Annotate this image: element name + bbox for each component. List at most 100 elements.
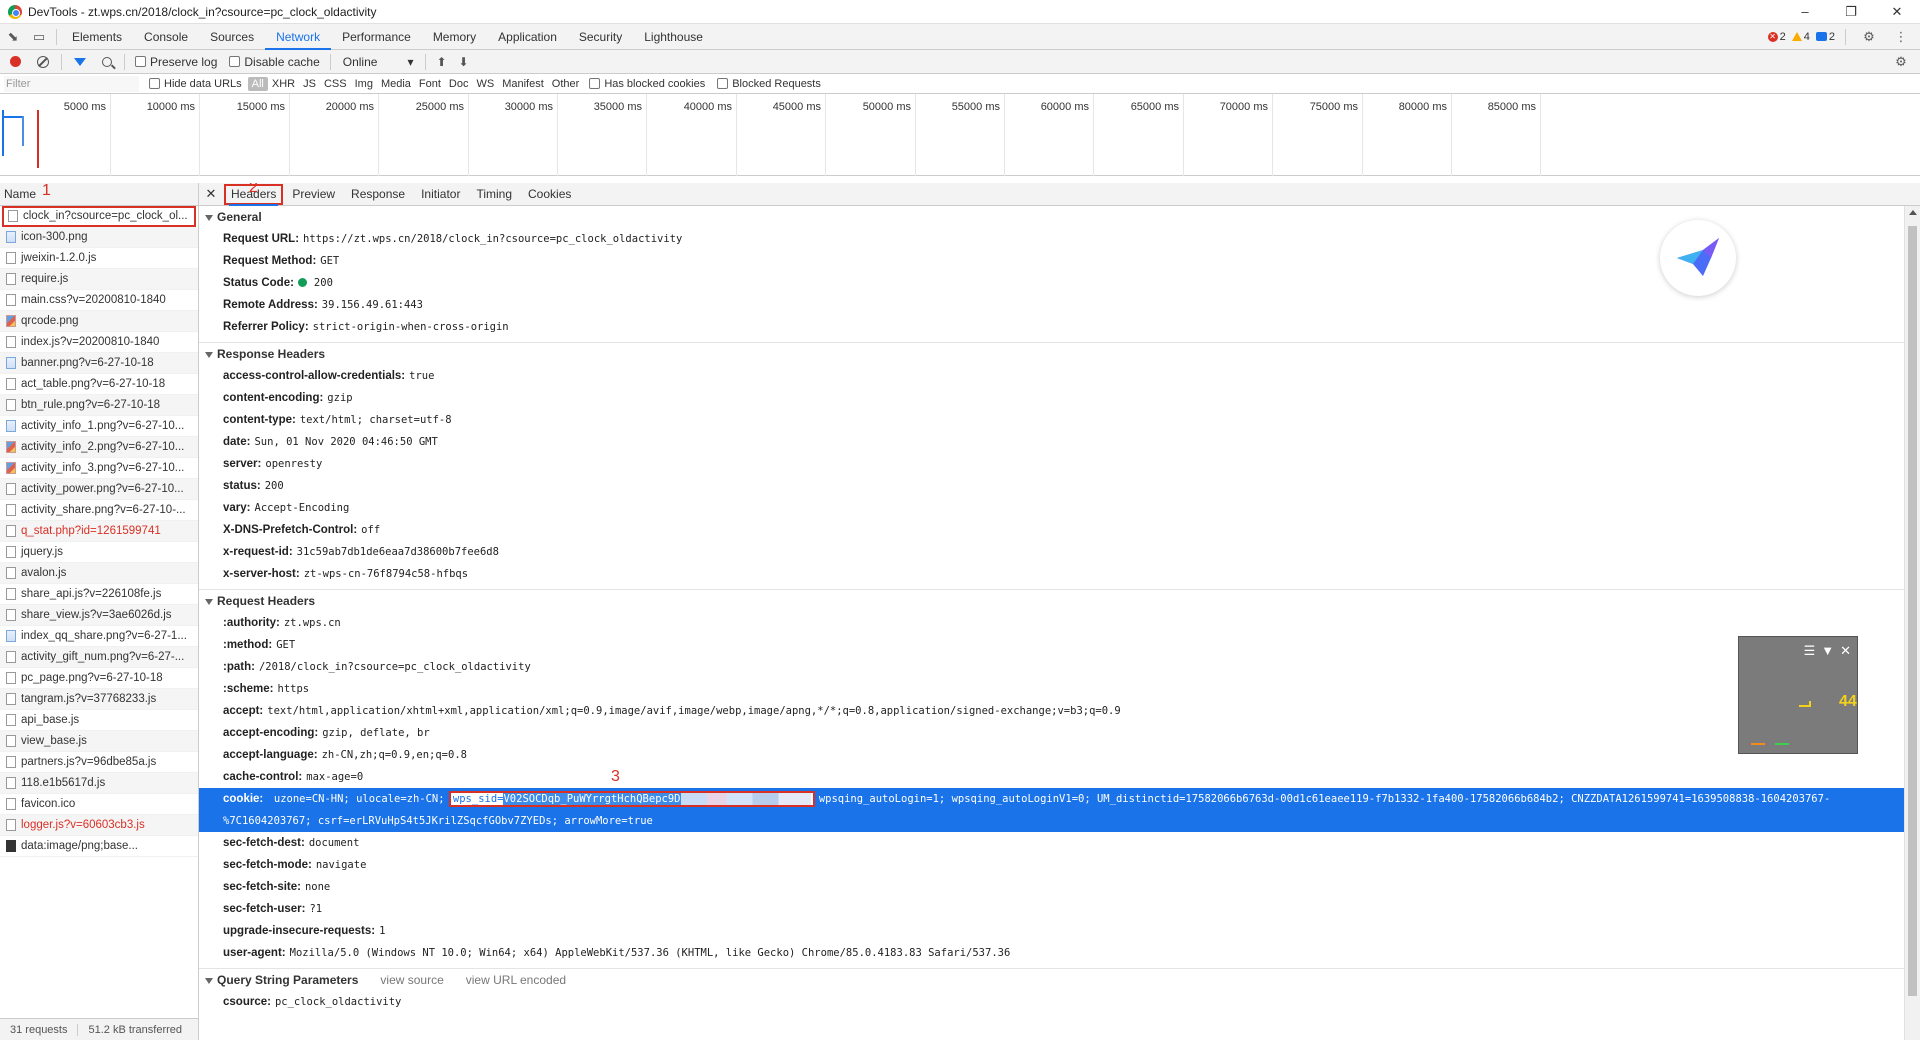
- request-row[interactable]: share_view.js?v=3ae6026d.js: [0, 605, 198, 626]
- request-row[interactable]: tangram.js?v=37768233.js: [0, 689, 198, 710]
- hide-data-urls-checkbox[interactable]: Hide data URLs: [149, 78, 242, 90]
- request-row[interactable]: partners.js?v=96dbe85a.js: [0, 752, 198, 773]
- has-blocked-cookies-checkbox[interactable]: Has blocked cookies: [589, 78, 705, 90]
- request-row[interactable]: favicon.ico: [0, 794, 198, 815]
- fps-meter-widget[interactable]: ☰ ▼ ✕ 44: [1738, 636, 1858, 754]
- name-column-header[interactable]: Name 1: [0, 182, 198, 206]
- query-params-header[interactable]: Query String Parameters view source view U…: [199, 969, 1920, 991]
- wps-sid-highlight[interactable]: wps_sid=V02SOCDqb_PuWYrrgtHchQBepc9D: [448, 791, 815, 807]
- header-row[interactable]: x-server-host: zt-wps-cn-76f8794c58-hfbqs: [199, 563, 1920, 585]
- timeline-overview[interactable]: 5000 ms 10000 ms 15000 ms 20000 ms 25000 ms 3…: [0, 94, 1920, 176]
- blocked-requests-checkbox[interactable]: Blocked Requests: [717, 78, 821, 90]
- detail-scrollbar[interactable]: [1904, 206, 1920, 1040]
- general-section-header[interactable]: General: [199, 206, 1920, 228]
- filter-type-font[interactable]: Font: [415, 77, 445, 91]
- cookie-header-row[interactable]: cookie: uzone=CN-HN; ulocale=zh-CN; wps_…: [199, 788, 1920, 832]
- view-url-encoded-link[interactable]: view URL encoded: [466, 973, 566, 987]
- filter-type-ws[interactable]: WS: [472, 77, 498, 91]
- header-row[interactable]: Remote Address: 39.156.49.61:443: [199, 294, 1920, 316]
- filter-type-doc[interactable]: Doc: [445, 77, 473, 91]
- disable-cache-checkbox[interactable]: Disable cache: [229, 55, 320, 69]
- warning-badge[interactable]: 4: [1791, 31, 1810, 43]
- tab-sources[interactable]: Sources: [199, 24, 265, 50]
- tab-security[interactable]: Security: [568, 24, 633, 50]
- tab-memory[interactable]: Memory: [422, 24, 487, 50]
- filter-type-css[interactable]: CSS: [320, 77, 351, 91]
- request-row[interactable]: index.js?v=20200810-1840: [0, 332, 198, 353]
- info-badge[interactable]: 2: [1815, 31, 1835, 43]
- header-row[interactable]: date: Sun, 01 Nov 2020 04:46:50 GMT: [199, 431, 1920, 453]
- device-toolbar-icon[interactable]: ▭: [26, 24, 52, 50]
- request-row[interactable]: main.css?v=20200810-1840: [0, 290, 198, 311]
- header-row[interactable]: upgrade-insecure-requests: 1: [199, 920, 1920, 942]
- request-row[interactable]: btn_rule.png?v=6-27-10-18: [0, 395, 198, 416]
- request-row[interactable]: act_table.png?v=6-27-10-18: [0, 374, 198, 395]
- header-row[interactable]: :scheme: https: [199, 678, 1920, 700]
- detail-tab-timing[interactable]: Timing: [468, 183, 520, 206]
- request-row[interactable]: api_base.js: [0, 710, 198, 731]
- request-row[interactable]: activity_share.png?v=6-27-10-...: [0, 500, 198, 521]
- request-row[interactable]: pc_page.png?v=6-27-10-18: [0, 668, 198, 689]
- filter-input[interactable]: Filter: [4, 75, 139, 92]
- request-row[interactable]: view_base.js: [0, 731, 198, 752]
- menu-icon[interactable]: ☰: [1804, 643, 1816, 659]
- scroll-up-icon[interactable]: [1909, 210, 1917, 215]
- request-row[interactable]: 118.e1b5617d.js: [0, 773, 198, 794]
- tab-console[interactable]: Console: [133, 24, 199, 50]
- request-row[interactable]: logger.js?v=60603cb3.js: [0, 815, 198, 836]
- tab-application[interactable]: Application: [487, 24, 568, 50]
- response-headers-header[interactable]: Response Headers: [199, 343, 1920, 365]
- request-row[interactable]: jquery.js: [0, 542, 198, 563]
- header-row[interactable]: status: 200: [199, 475, 1920, 497]
- filter-type-js[interactable]: JS: [299, 77, 320, 91]
- header-row[interactable]: :path:/2018/clock_in?csource=pc_clock_ol…: [199, 656, 1920, 678]
- request-row[interactable]: require.js: [0, 269, 198, 290]
- export-har-icon[interactable]: ⬇: [459, 55, 469, 69]
- request-row[interactable]: avalon.js: [0, 563, 198, 584]
- more-menu-icon[interactable]: ⋮: [1888, 24, 1914, 50]
- close-window-button[interactable]: ✕: [1874, 0, 1920, 24]
- request-row[interactable]: activity_power.png?v=6-27-10...: [0, 479, 198, 500]
- filter-type-media[interactable]: Media: [377, 77, 415, 91]
- inspect-element-icon[interactable]: ⬊: [0, 24, 26, 50]
- search-icon[interactable]: [102, 56, 112, 67]
- header-row[interactable]: :authority: zt.wps.cn: [199, 612, 1920, 634]
- tab-network[interactable]: Network: [265, 24, 332, 50]
- header-row[interactable]: x-request-id: 31c59ab7db1de6eaa7d38600b7f…: [199, 541, 1920, 563]
- detail-tab-initiator[interactable]: Initiator: [413, 183, 468, 206]
- header-row[interactable]: vary: Accept-Encoding: [199, 497, 1920, 519]
- network-settings-gear-icon[interactable]: ⚙: [1888, 49, 1914, 75]
- header-row[interactable]: access-control-allow-credentials: true: [199, 365, 1920, 387]
- header-row[interactable]: accept-encoding: gzip, deflate, br: [199, 722, 1920, 744]
- header-row[interactable]: Referrer Policy: strict-origin-when-cross…: [199, 316, 1920, 338]
- request-headers-header[interactable]: Request Headers: [199, 590, 1920, 612]
- minimize-button[interactable]: –: [1782, 0, 1828, 24]
- scrollbar-thumb[interactable]: [1908, 226, 1917, 996]
- filter-type-img[interactable]: Img: [351, 77, 377, 91]
- filter-type-manifest[interactable]: Manifest: [498, 77, 548, 91]
- request-row[interactable]: activity_info_1.png?v=6-27-10...: [0, 416, 198, 437]
- header-row[interactable]: cache-control: max-age=0: [199, 766, 1920, 788]
- header-row[interactable]: user-agent: Mozilla/5.0 (Windows NT 10.0;…: [199, 942, 1920, 964]
- detail-tab-preview[interactable]: Preview: [284, 183, 343, 206]
- request-row[interactable]: data:image/png;base...: [0, 836, 198, 857]
- request-row[interactable]: jweixin-1.2.0.js: [0, 248, 198, 269]
- request-row[interactable]: activity_info_2.png?v=6-27-10...: [0, 437, 198, 458]
- detail-tab-response[interactable]: Response: [343, 183, 413, 206]
- request-row[interactable]: qrcode.png: [0, 311, 198, 332]
- filter-type-all[interactable]: All: [247, 76, 268, 91]
- header-row[interactable]: sec-fetch-dest: document: [199, 832, 1920, 854]
- header-row[interactable]: accept: text/html,application/xhtml+xml,a…: [199, 700, 1920, 722]
- bird-logo-icon[interactable]: [1660, 220, 1736, 296]
- filter-icon[interactable]: [74, 57, 86, 66]
- close-detail-icon[interactable]: ✕: [199, 186, 223, 202]
- request-row[interactable]: activity_gift_num.png?v=6-27-...: [0, 647, 198, 668]
- header-row[interactable]: X-DNS-Prefetch-Control: off: [199, 519, 1920, 541]
- header-row[interactable]: content-encoding: gzip: [199, 387, 1920, 409]
- close-icon[interactable]: ✕: [1840, 643, 1851, 659]
- detail-tab-cookies[interactable]: Cookies: [520, 183, 579, 206]
- clear-icon[interactable]: [37, 55, 49, 68]
- throttle-select[interactable]: Online ▾: [343, 55, 414, 69]
- header-row[interactable]: content-type: text/html; charset=utf-8: [199, 409, 1920, 431]
- request-row[interactable]: icon-300.png: [0, 227, 198, 248]
